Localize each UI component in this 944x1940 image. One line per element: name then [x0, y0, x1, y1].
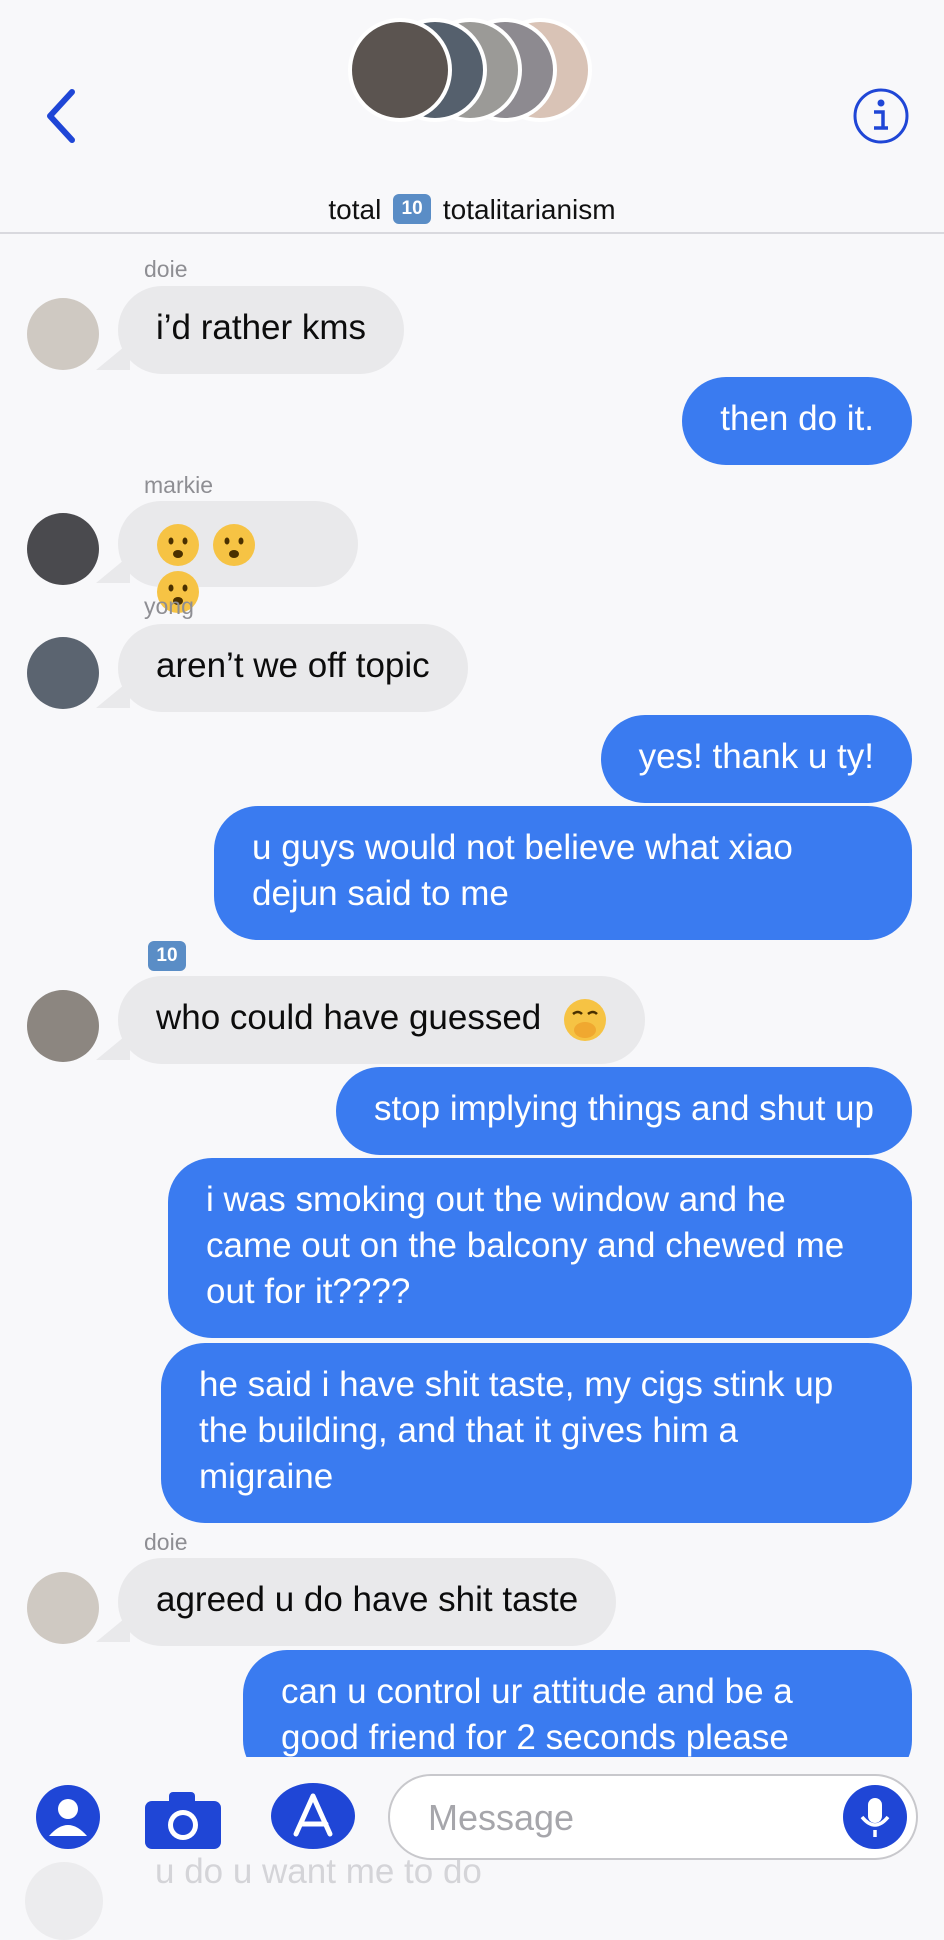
hand-over-mouth-emoji-icon [564, 998, 607, 1041]
avatar-doie[interactable] [27, 298, 99, 370]
avatar-ten[interactable] [27, 990, 99, 1062]
group-avatar-1 [348, 18, 452, 122]
incoming-bubble[interactable]: i’d rather kms [118, 286, 405, 374]
message-input[interactable] [426, 1794, 830, 1842]
outgoing-bubble[interactable]: he said i have shit taste, my cigs stink… [161, 1343, 912, 1523]
keycap-ten-emoji: 10 [148, 941, 186, 971]
outgoing-bubble[interactable]: u guys would not believe what xiao dejun… [214, 806, 912, 940]
microphone-icon[interactable] [843, 1785, 907, 1849]
outgoing-bubble[interactable]: stop implying things and shut up [335, 1067, 912, 1155]
avatar-markie[interactable] [27, 513, 99, 585]
outgoing-bubble[interactable]: i was smoking out the window and he came… [168, 1158, 912, 1338]
incoming-emoji-bubble[interactable] [118, 501, 358, 613]
sender-name: doie [144, 256, 188, 282]
app-store-icon[interactable] [270, 1782, 356, 1850]
contact-icon[interactable] [35, 1784, 101, 1850]
incoming-bubble[interactable]: who could have guessed [118, 976, 646, 1064]
outgoing-bubble[interactable]: yes! thank u ty! [600, 715, 912, 803]
group-avatar-stack[interactable] [348, 18, 618, 122]
conversation-header: total 10 totalitarianism [0, 0, 944, 234]
message-composer: u do u want me to do [0, 1757, 944, 1940]
avatar-yong[interactable] [27, 637, 99, 709]
message-input-field[interactable] [388, 1774, 918, 1860]
group-name: total 10 totalitarianism [328, 193, 616, 225]
sender-name: doie [144, 1529, 188, 1555]
sender-name: yong [144, 593, 194, 619]
outgoing-bubble[interactable]: can u control ur attitude and be a good … [243, 1650, 912, 1757]
anguished-face-icon [213, 523, 255, 566]
faded-avatar [25, 1862, 103, 1940]
keycap-ten-emoji: 10 [393, 193, 432, 224]
outgoing-bubble[interactable]: then do it. [682, 377, 912, 465]
info-icon[interactable] [852, 87, 910, 145]
avatar-doie[interactable] [27, 1572, 99, 1644]
incoming-bubble[interactable]: agreed u do have shit taste [118, 1558, 617, 1646]
sender-name: 10 [144, 941, 190, 974]
message-list[interactable]: doie i’d rather kms then do it. markie y… [0, 232, 944, 1757]
back-chevron-icon[interactable] [38, 84, 88, 148]
incoming-bubble[interactable]: aren’t we off topic [118, 624, 468, 712]
camera-icon[interactable] [143, 1789, 223, 1851]
anguished-face-icon [157, 523, 199, 566]
sender-name: markie [144, 472, 214, 498]
